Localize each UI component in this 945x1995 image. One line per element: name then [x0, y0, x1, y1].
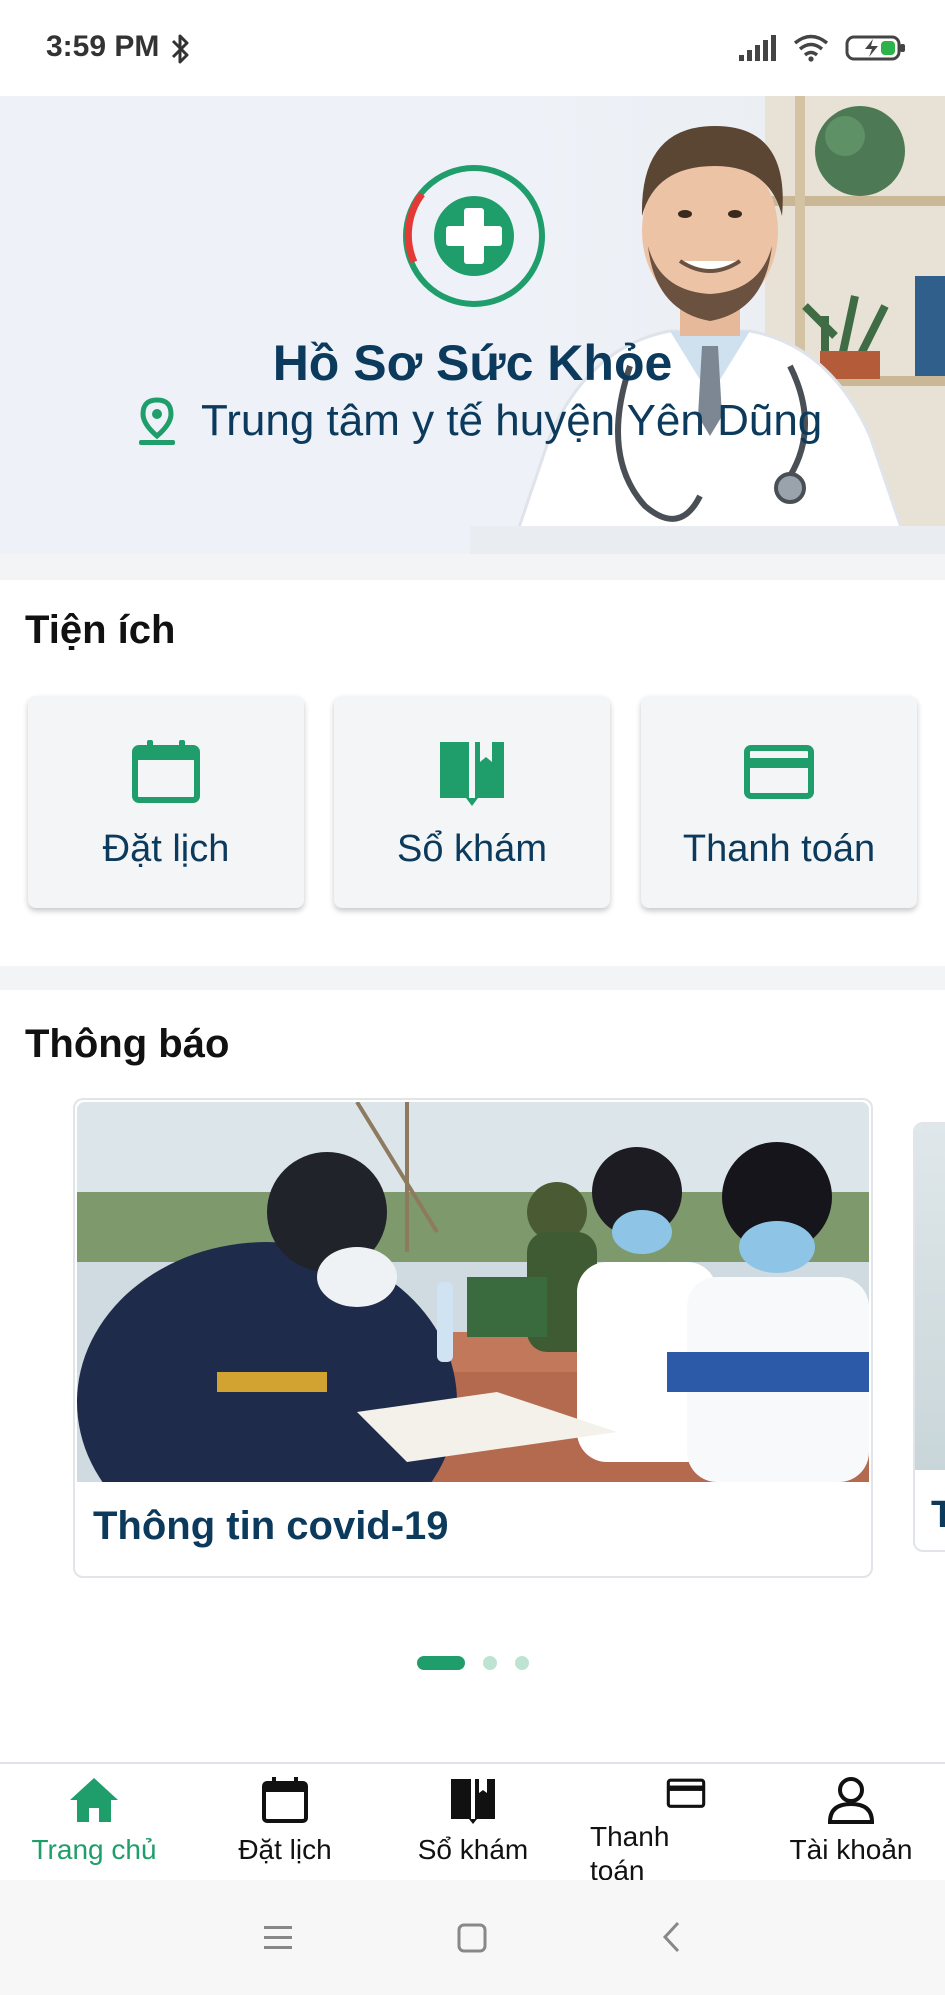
news-image — [915, 1124, 945, 1470]
status-bar: 3:59 PM — [0, 0, 945, 96]
utility-booking-label: Đặt lịch — [102, 828, 230, 870]
facility-location: Trung tâm y tế huyện Yên Dũng — [135, 396, 822, 446]
carousel-dot-active[interactable] — [416, 1656, 465, 1670]
app-logo-icon — [403, 165, 545, 307]
location-pin-icon — [139, 397, 175, 445]
section-divider — [0, 966, 945, 990]
back-icon[interactable] — [660, 1920, 684, 1954]
bluetooth-icon — [171, 34, 189, 64]
nav-medical-book[interactable]: Sổ khám — [398, 1774, 548, 1882]
utility-booking-card[interactable]: Đặt lịch — [28, 696, 304, 908]
menu-icon[interactable] — [262, 1924, 294, 1952]
bottom-navigation: Trang chủ Đặt lịch Sổ khám Thanh toán Tà… — [0, 1762, 945, 1886]
nav-payment-label: Thanh toán — [590, 1821, 670, 1886]
nav-medical-book-label: Sổ khám — [417, 1834, 529, 1865]
hero-banner: Hồ Sơ Sức Khỏe Trung tâm y tế huyện Yên … — [0, 96, 945, 554]
user-icon — [827, 1777, 875, 1824]
nav-booking-label: Đặt lịch — [238, 1834, 332, 1865]
nav-payment[interactable]: Thanh toán — [590, 1774, 732, 1886]
nav-booking[interactable]: Đặt lịch — [210, 1774, 360, 1882]
utilities-title: Tiện ích — [25, 608, 176, 652]
news-card[interactable]: Thông tin covid-19 — [73, 1098, 873, 1578]
status-time: 3:59 PM — [46, 30, 160, 63]
facility-name: Trung tâm y tế huyện Yên Dũng — [201, 396, 823, 445]
nav-account-label: Tài khoản — [789, 1834, 913, 1865]
nav-home[interactable]: Trang chủ — [14, 1774, 174, 1882]
nav-home-label: Trang chủ — [31, 1834, 157, 1865]
notifications-title: Thông báo — [25, 1022, 230, 1066]
battery-icon — [845, 35, 905, 61]
calendar-icon — [262, 1777, 308, 1823]
home-icon — [70, 1778, 118, 1822]
news-card-title: Thông tin covid-19 — [93, 1504, 449, 1548]
home-square-icon[interactable] — [456, 1922, 488, 1954]
credit-card-icon — [744, 745, 814, 799]
carousel-dot[interactable] — [514, 1656, 529, 1670]
utility-payment-label: Thanh toán — [682, 828, 876, 870]
calendar-icon — [132, 740, 200, 803]
utility-medical-book-label: Sổ khám — [397, 828, 547, 870]
book-icon — [440, 742, 504, 806]
news-card-title: T — [931, 1494, 945, 1537]
carousel-pagination — [0, 1656, 945, 1670]
news-card-next[interactable]: T — [913, 1122, 945, 1552]
section-divider — [0, 554, 945, 580]
carousel-dot[interactable] — [482, 1656, 497, 1670]
wifi-icon — [793, 34, 829, 62]
utility-medical-book-card[interactable]: Sổ khám — [334, 696, 610, 908]
credit-card-icon — [666, 1778, 706, 1808]
app-title: Hồ Sơ Sức Khỏe — [272, 335, 673, 391]
signal-icon — [739, 35, 776, 61]
book-icon — [451, 1779, 495, 1824]
news-image — [77, 1102, 869, 1482]
nav-account[interactable]: Tài khoản — [780, 1774, 922, 1882]
system-navigation-bar — [0, 1880, 945, 1995]
utility-payment-card[interactable]: Thanh toán — [641, 696, 917, 908]
